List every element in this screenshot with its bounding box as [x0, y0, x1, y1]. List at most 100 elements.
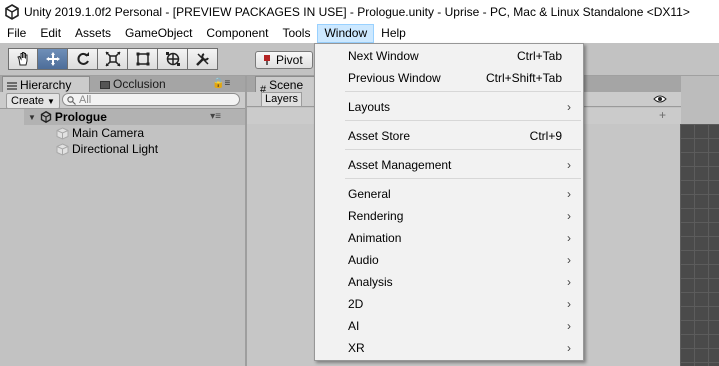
move-tool-button[interactable] [38, 48, 68, 70]
submenu-arrow-icon: › [567, 341, 571, 355]
menu-item-label: Asset Store [348, 129, 411, 143]
hand-icon [17, 52, 28, 66]
hash-icon: # [260, 83, 267, 96]
rotate-icon [76, 52, 89, 65]
layers-dropdown[interactable]: Layers [261, 92, 303, 107]
eye-icon[interactable] [653, 94, 667, 104]
panel-lock-menu[interactable]: 🔒≡ [212, 78, 230, 89]
menu-item-label: General [348, 187, 391, 201]
menu-item-label: Audio [348, 253, 379, 267]
scene-root-row[interactable]: ▼ Prologue ▾≡ [24, 109, 245, 125]
tab-hierarchy[interactable]: Hierarchy [2, 76, 90, 92]
submenu-arrow-icon: › [567, 100, 571, 114]
menu-item-ai[interactable]: AI › [315, 315, 583, 337]
menu-item-label: Asset Management [348, 158, 452, 172]
menu-separator [345, 120, 581, 121]
expand-arrow-icon[interactable]: ▼ [28, 113, 36, 122]
rect-tool-button[interactable] [128, 48, 158, 70]
add-icon[interactable]: + [659, 108, 666, 122]
submenu-arrow-icon: › [567, 253, 571, 267]
hierarchy-item-label: Main Camera [72, 126, 145, 140]
create-dropdown[interactable]: Create ▼ [6, 93, 60, 109]
menu-item-shortcut: Ctrl+9 [529, 129, 562, 143]
scene-menu-icon[interactable]: ▾≡ [210, 111, 221, 122]
menu-tools[interactable]: Tools [275, 24, 317, 43]
custom-tool-button[interactable] [188, 48, 218, 70]
hierarchy-search-input[interactable]: All [62, 93, 240, 106]
menu-item-audio[interactable]: Audio › [315, 249, 583, 271]
menu-bar: File Edit Assets GameObject Component To… [0, 24, 719, 43]
menu-separator [345, 91, 581, 92]
tab-scene[interactable]: # Scene [255, 76, 319, 96]
rect-transform-icon [136, 52, 149, 66]
move-arrows-icon [45, 52, 60, 66]
hand-tool-button[interactable] [8, 48, 38, 70]
menu-item-rendering[interactable]: Rendering › [315, 205, 583, 227]
hierarchy-toolbar: Create ▼ All [0, 92, 245, 109]
search-icon [67, 96, 76, 105]
menu-item-analysis[interactable]: Analysis › [315, 271, 583, 293]
menu-item-shortcut: Ctrl+Shift+Tab [485, 71, 562, 85]
menu-separator [345, 149, 581, 150]
gameobject-cube-icon [56, 126, 69, 140]
scale-icon [104, 51, 121, 67]
window-title: Unity 2019.1.0f2 Personal - [PREVIEW PAC… [24, 5, 690, 19]
title-bar: Unity 2019.1.0f2 Personal - [PREVIEW PAC… [0, 0, 719, 24]
hierarchy-item-main-camera[interactable]: Main Camera [56, 125, 144, 141]
hierarchy-tree: ▼ Prologue ▾≡ Main Camera Directional Li… [0, 109, 245, 366]
menu-item-label: 2D [348, 297, 364, 311]
occlusion-icon [100, 80, 110, 89]
tab-hierarchy-label: Hierarchy [20, 78, 72, 92]
dropdown-arrow-icon: ▼ [47, 97, 55, 106]
menu-item-asset-store[interactable]: Asset Store Ctrl+9 [315, 125, 583, 147]
transform-tool-button[interactable] [158, 48, 188, 70]
gameobject-cube-icon [56, 142, 69, 156]
menu-item-animation[interactable]: Animation › [315, 227, 583, 249]
tab-scene-label: Scene [269, 78, 304, 92]
scene-name: Prologue [54, 110, 107, 124]
tab-occlusion-label: Occlusion [113, 77, 166, 91]
menu-separator [345, 178, 581, 179]
hierarchy-tab-strip: Hierarchy Occlusion 🔒≡ [0, 76, 245, 92]
menu-item-asset-management[interactable]: Asset Management › [315, 154, 583, 176]
submenu-arrow-icon: › [567, 319, 571, 333]
scene-grid[interactable] [680, 124, 719, 366]
pivot-icon [264, 55, 270, 65]
menu-item-previous-window[interactable]: Previous Window Ctrl+Shift+Tab [315, 67, 583, 89]
hierarchy-item-directional-light[interactable]: Directional Light [56, 141, 158, 157]
menu-item-label: Next Window [348, 49, 419, 63]
unity-scene-icon [40, 111, 52, 123]
menu-component[interactable]: Component [199, 24, 275, 43]
scene-gizmo-area [681, 76, 719, 124]
menu-help[interactable]: Help [374, 24, 413, 43]
menu-item-next-window[interactable]: Next Window Ctrl+Tab [315, 45, 583, 67]
hierarchy-item-label: Directional Light [72, 142, 159, 156]
pivot-toggle-button[interactable]: Pivot [255, 51, 313, 69]
wrench-icon [195, 53, 209, 66]
transform-tools [8, 48, 218, 70]
submenu-arrow-icon: › [567, 275, 571, 289]
submenu-arrow-icon: › [567, 297, 571, 311]
create-label: Create [11, 95, 45, 107]
tab-occlusion[interactable]: Occlusion [96, 76, 186, 92]
menu-gameobject[interactable]: GameObject [118, 24, 199, 43]
menu-assets[interactable]: Assets [68, 24, 118, 43]
unity-logo-icon [5, 4, 19, 20]
menu-item-label: Analysis [348, 275, 393, 289]
rotate-tool-button[interactable] [68, 48, 98, 70]
search-placeholder: All [79, 94, 92, 106]
menu-item-general[interactable]: General › [315, 183, 583, 205]
menu-item-label: XR [348, 341, 365, 355]
menu-window[interactable]: Window [317, 24, 375, 43]
menu-item-2d[interactable]: 2D › [315, 293, 583, 315]
menu-item-layouts[interactable]: Layouts › [315, 96, 583, 118]
submenu-arrow-icon: › [567, 209, 571, 223]
menu-item-xr[interactable]: XR › [315, 337, 583, 359]
scale-tool-button[interactable] [98, 48, 128, 70]
list-icon [7, 82, 17, 90]
menu-item-label: Animation [348, 231, 402, 245]
menu-item-label: Layouts [348, 100, 391, 114]
submenu-arrow-icon: › [567, 158, 571, 172]
menu-edit[interactable]: Edit [33, 24, 68, 43]
menu-file[interactable]: File [0, 24, 33, 43]
